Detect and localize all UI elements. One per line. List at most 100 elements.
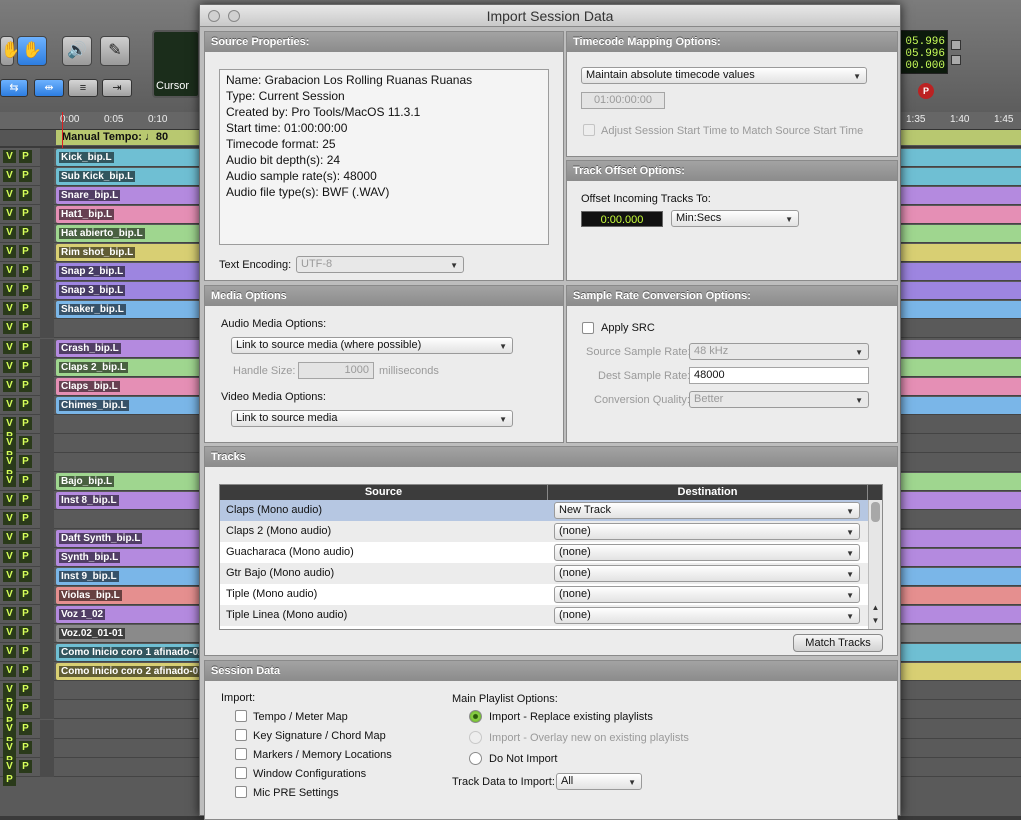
track-button[interactable]: P — [19, 264, 32, 278]
track-button[interactable]: V — [3, 340, 16, 354]
window-configurations-checkbox[interactable] — [235, 767, 247, 779]
track-buttons[interactable]: VP — [0, 626, 36, 640]
track-button[interactable]: P — [19, 588, 32, 602]
track-button[interactable]: P — [19, 397, 32, 411]
track-button[interactable]: P — [19, 759, 32, 773]
timecode-mapping-select[interactable]: Maintain absolute timecode values ▼ — [581, 67, 867, 84]
track-button[interactable]: V — [3, 683, 16, 697]
offset-value-field[interactable]: 0:00.000 — [581, 211, 663, 227]
audio-clip-right[interactable] — [900, 472, 1021, 490]
audio-clip[interactable]: Voz.02_01-01 — [56, 625, 204, 643]
track-buttons[interactable]: VP — [0, 531, 36, 545]
nudge-toggle-icon[interactable] — [951, 55, 961, 65]
track-button[interactable]: P — [19, 283, 32, 297]
audio-clip-right[interactable] — [900, 568, 1021, 586]
link-timeline-button[interactable]: ≡ — [68, 79, 98, 97]
track-buttons[interactable]: VP — [0, 550, 36, 564]
track-button[interactable]: P — [19, 302, 32, 316]
track-button[interactable]: V — [3, 226, 16, 240]
pencil-tool-button[interactable]: ✎ — [100, 36, 130, 66]
audio-clip[interactable]: Snare_bip.L — [56, 187, 204, 205]
track-button[interactable]: P — [19, 492, 32, 506]
audio-clip-right[interactable] — [900, 282, 1021, 300]
audio-clip-right[interactable] — [900, 396, 1021, 414]
dest-rate-field[interactable]: 48000 — [689, 367, 869, 384]
zoom-toggle-button[interactable]: ⇆ — [0, 79, 28, 97]
track-button[interactable]: P — [19, 511, 32, 525]
track-button[interactable]: V — [3, 664, 16, 678]
table-row[interactable]: Claps 2 (Mono audio) (none) ▼ — [220, 521, 868, 542]
track-button[interactable]: V — [3, 550, 16, 564]
track-button[interactable]: P — [19, 721, 32, 735]
track-button[interactable]: P — [19, 150, 32, 163]
audio-clip[interactable]: Como Inicio coro 2 afinado-01 — [56, 663, 204, 681]
track-button[interactable]: P — [19, 702, 32, 716]
audio-clip[interactable]: Chimes_bip.L — [56, 396, 204, 414]
grid-toggle-icon[interactable] — [951, 40, 961, 50]
track-buttons[interactable]: VP — [0, 511, 36, 526]
track-buttons[interactable]: VPP — [0, 702, 36, 729]
track-button[interactable]: P — [19, 569, 32, 583]
close-window-button[interactable] — [208, 10, 220, 22]
audio-clip[interactable]: Inst 9_bip.L — [56, 568, 204, 586]
table-row[interactable]: Tiple Linea (Mono audio) (none) ▼ — [220, 605, 868, 626]
track-button[interactable]: V — [3, 645, 16, 659]
audio-clip[interactable]: Inst 8_bip.L — [56, 491, 204, 509]
audio-clip[interactable]: Claps_bip.L — [56, 377, 204, 395]
track-button[interactable]: V — [3, 531, 16, 544]
track-data-select[interactable]: All ▼ — [556, 773, 642, 790]
speaker-tool-button[interactable]: 🔊 — [62, 36, 92, 66]
track-button[interactable]: P — [19, 169, 32, 183]
audio-clip[interactable]: Daft Synth_bip.L — [56, 530, 204, 547]
track-button[interactable]: P — [19, 645, 32, 659]
track-button[interactable]: V — [3, 245, 16, 259]
audio-clip-right[interactable] — [900, 491, 1021, 509]
track-button[interactable]: V — [3, 150, 16, 163]
track-button[interactable]: P — [19, 207, 32, 221]
track-button[interactable]: P — [19, 607, 32, 621]
destination-select[interactable]: (none) ▼ — [554, 544, 860, 561]
track-button[interactable]: P — [19, 340, 32, 354]
audio-clip[interactable]: Claps 2_bip.L — [56, 358, 204, 376]
track-button[interactable]: P — [19, 454, 32, 468]
audio-clip-right[interactable] — [900, 168, 1021, 186]
track-button[interactable]: P — [19, 740, 32, 754]
audio-clip[interactable]: Violas_bip.L — [56, 587, 204, 605]
track-buttons[interactable]: VPP — [0, 416, 36, 443]
track-button[interactable]: P — [19, 550, 32, 564]
destination-select[interactable]: (none) ▼ — [554, 523, 860, 540]
do-not-import-radio[interactable] — [469, 752, 482, 765]
track-button[interactable]: V — [3, 416, 16, 430]
audio-clip-right[interactable] — [900, 358, 1021, 376]
audio-clip-right[interactable] — [900, 663, 1021, 681]
audio-clip-right[interactable] — [900, 606, 1021, 624]
track-button[interactable]: V — [3, 169, 16, 183]
tempo-marker[interactable]: Manual Tempo: ♩80 — [56, 130, 204, 145]
column-header-source[interactable]: Source — [220, 485, 548, 500]
track-buttons[interactable]: VP — [0, 169, 36, 183]
track-button[interactable]: P — [19, 664, 32, 678]
track-button[interactable]: P — [19, 188, 32, 202]
track-buttons[interactable]: VPP — [0, 740, 36, 767]
track-buttons[interactable]: VPP — [0, 721, 36, 748]
track-button[interactable]: V — [3, 569, 16, 583]
track-button[interactable]: P — [19, 416, 32, 430]
audio-clip-right[interactable] — [900, 549, 1021, 567]
track-button[interactable]: V — [3, 435, 16, 449]
markers-checkbox[interactable] — [235, 748, 247, 760]
track-button[interactable]: P — [19, 245, 32, 259]
scroll-up-icon[interactable]: ▲ — [870, 603, 881, 615]
audio-clip[interactable]: Bajo_bip.L — [56, 472, 204, 490]
track-buttons[interactable]: VP — [0, 664, 36, 678]
audio-clip-right[interactable] — [900, 263, 1021, 281]
video-media-select[interactable]: Link to source media ▼ — [231, 410, 513, 427]
track-button[interactable]: V — [3, 302, 16, 316]
track-buttons[interactable]: VPP — [0, 435, 36, 462]
audio-clip-right[interactable] — [900, 377, 1021, 395]
track-button[interactable]: V — [3, 511, 16, 525]
audio-clip[interactable]: Kick_bip.L — [56, 149, 204, 166]
trim-tool-button[interactable]: ✋ — [0, 36, 21, 66]
track-buttons[interactable]: VP — [0, 492, 36, 507]
dialog-titlebar[interactable]: Import Session Data — [200, 5, 900, 27]
audio-clip-right[interactable] — [900, 339, 1021, 357]
